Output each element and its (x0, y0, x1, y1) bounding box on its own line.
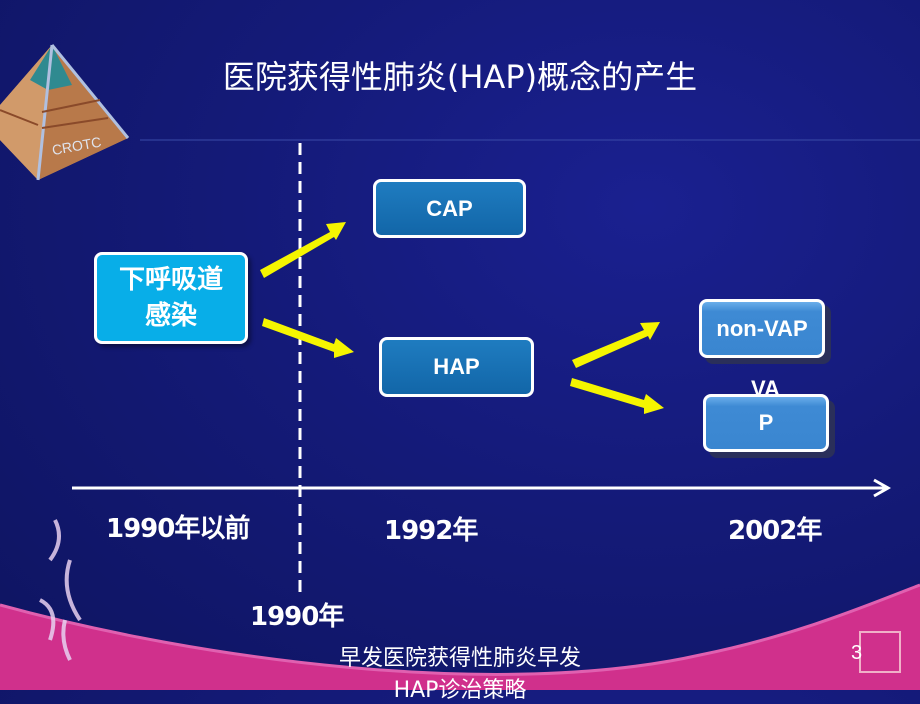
arrow-to-hap (262, 318, 354, 358)
footer-line-2: HAP诊治策略 (393, 678, 527, 703)
slide-title: 医院获得性肺炎(HAP)概念的产生 (222, 58, 698, 96)
arrow-to-cap (260, 222, 346, 278)
lower-respiratory-infection-box: 下呼吸道 感染 (94, 252, 248, 344)
arrow-to-vap (570, 378, 664, 414)
label-2002: 2002年 (728, 516, 822, 546)
label-1992: 1992年 (384, 516, 478, 546)
page-number: 3 (851, 642, 863, 664)
label-before-1990: 1990年以前 (106, 514, 250, 544)
hap-box: HAP (379, 337, 534, 397)
vap-overflow-text: VA (751, 376, 780, 401)
non-vap-box: non-VAP (699, 299, 825, 358)
vap-box: P (703, 394, 829, 452)
origin-line-1: 下呼吸道 (118, 265, 223, 295)
origin-line-2: 感染 (144, 301, 197, 331)
footer-line-1: 早发医院获得性肺炎早发 (338, 646, 581, 671)
label-1990-divider: 1990年 (250, 602, 344, 632)
cap-box: CAP (373, 179, 526, 238)
arrow-to-non-vap (572, 322, 660, 368)
